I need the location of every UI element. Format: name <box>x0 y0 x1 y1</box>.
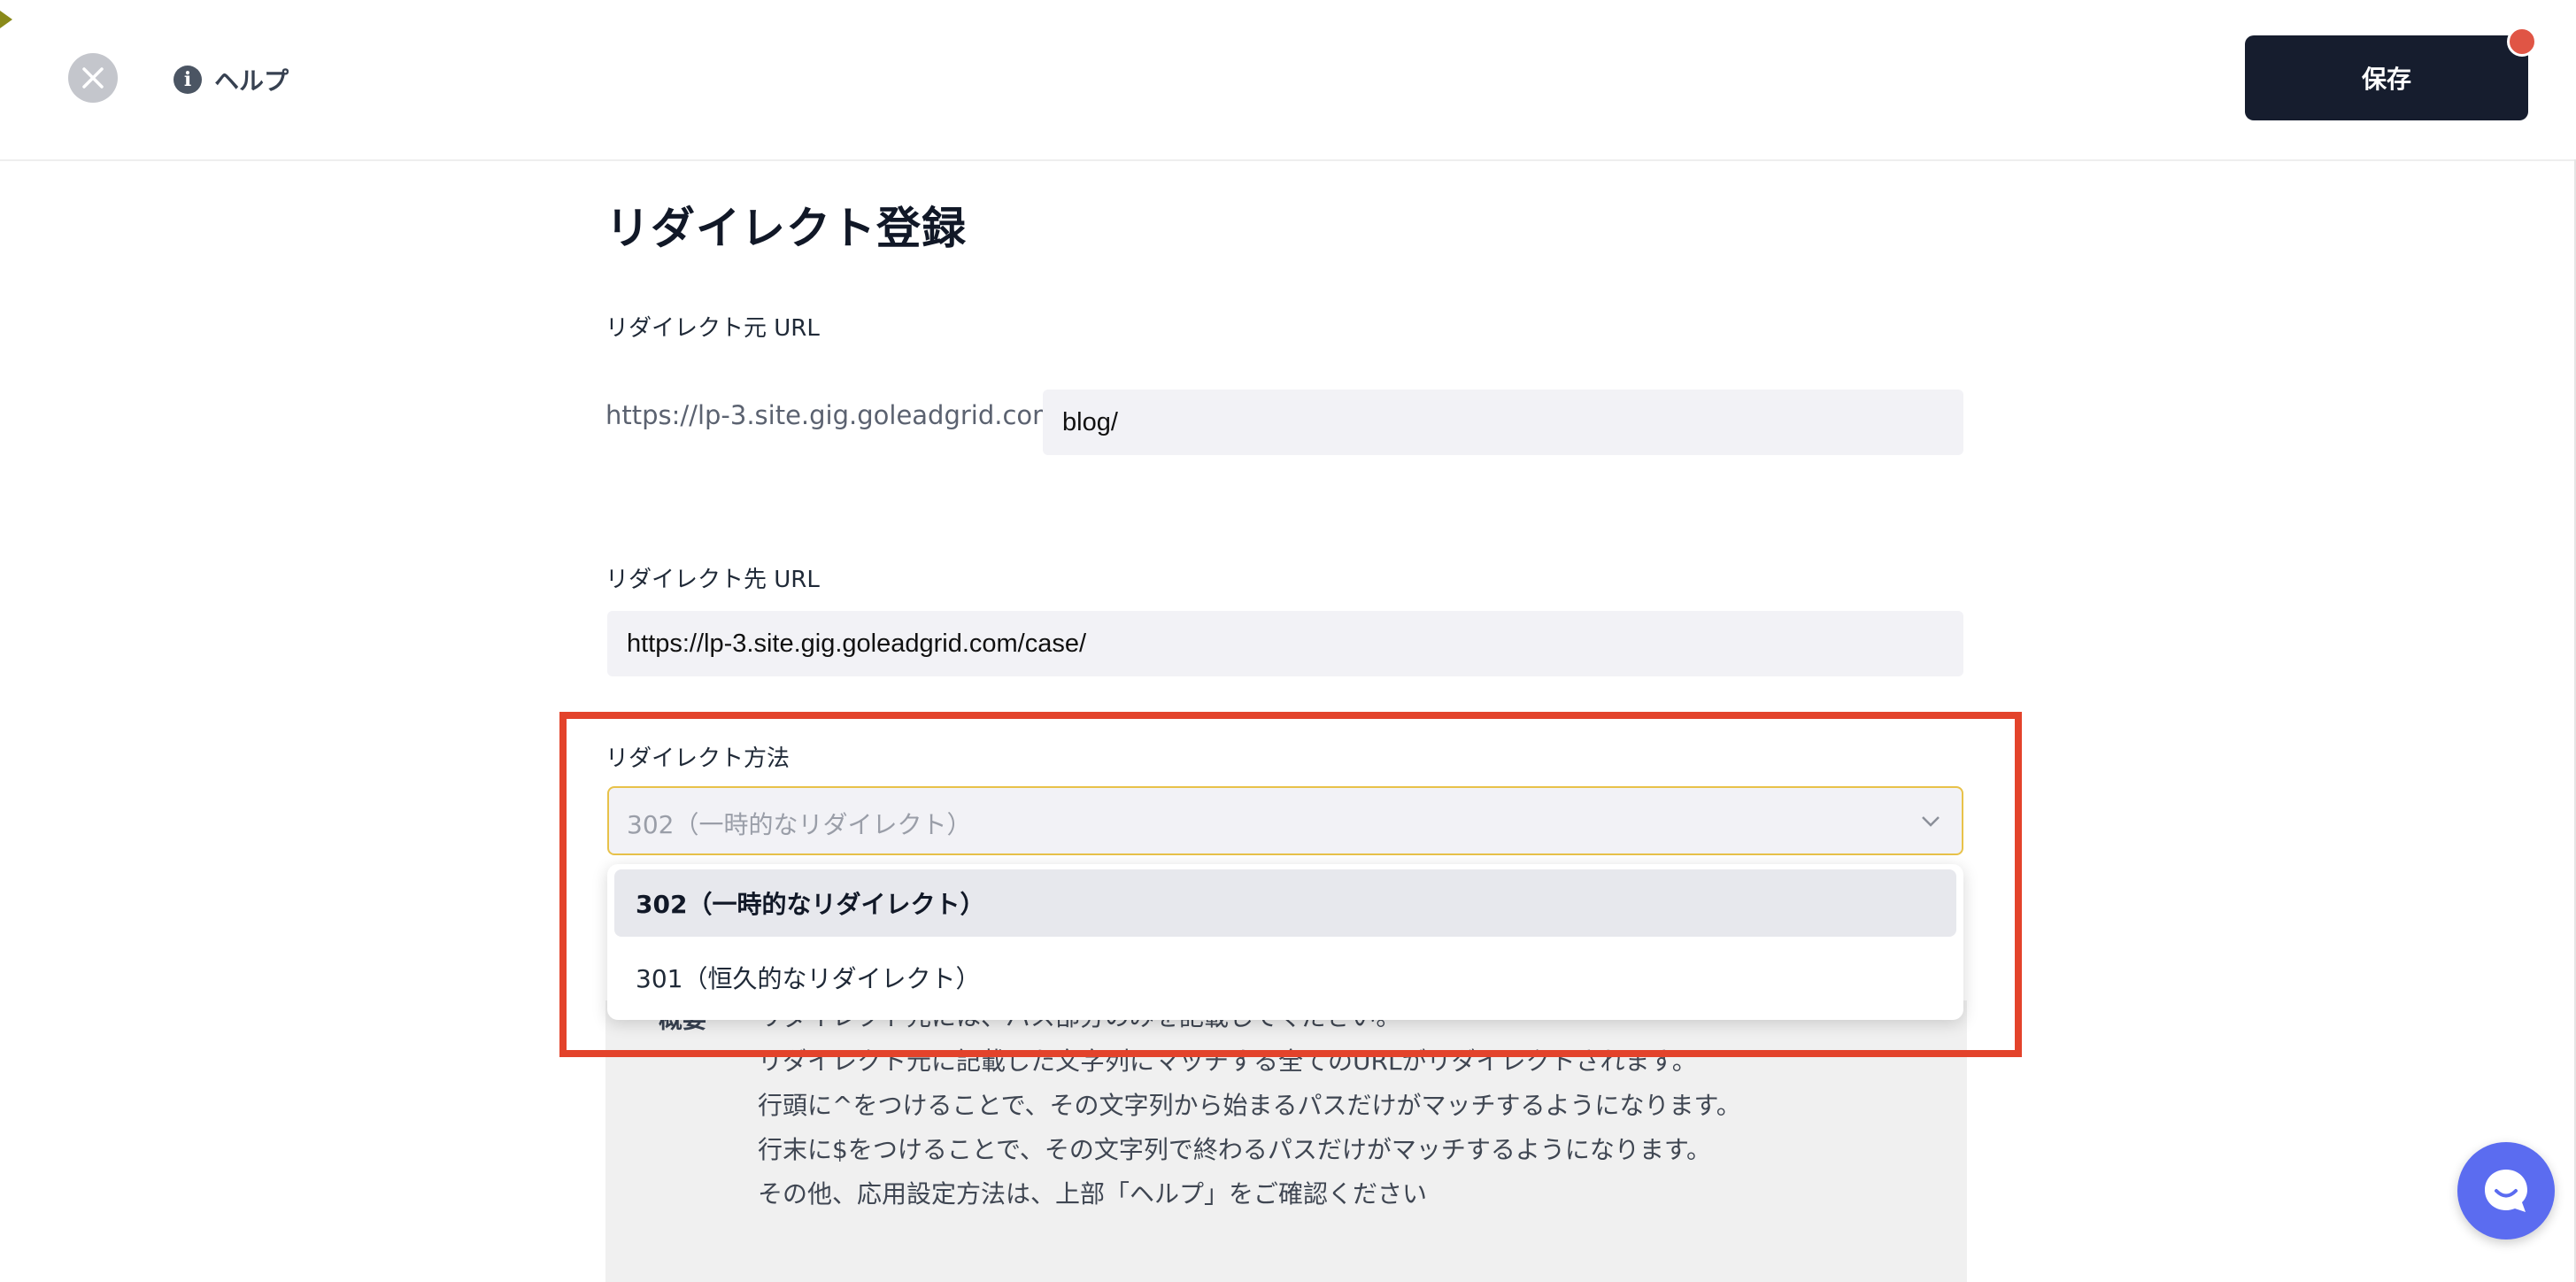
target-url-label: リダイレクト先 URL <box>605 567 820 593</box>
chevron-down-icon <box>1922 816 1940 827</box>
info-line: 行末に$をつけることで、その文字列で終わるパスだけがマッチするようになります。 <box>758 1135 1712 1164</box>
close-button[interactable] <box>68 53 118 103</box>
redirect-method-dropdown: 302（一時的なリダイレクト） 301（恒久的なリダイレクト） <box>607 864 1963 1020</box>
redirect-method-select[interactable]: 302（一時的なリダイレクト） <box>607 786 1963 855</box>
chat-icon <box>2485 1170 2527 1212</box>
close-icon <box>82 67 104 89</box>
source-url-label: リダイレクト元 URL <box>605 315 820 342</box>
info-line: その他、応用設定方法は、上部「ヘルプ」をご確認ください <box>758 1179 1428 1209</box>
info-icon: i <box>174 66 202 94</box>
info-box-lines: リダイレクト元には、パス部分のみを記載してください。 リダイレクト元に記載した文… <box>758 995 1741 1216</box>
redirect-method-label: リダイレクト方法 <box>605 745 791 772</box>
source-url-prefix: https://lp-3.site.gig.goleadgrid.com/ <box>605 400 1067 430</box>
page-title: リダイレクト登録 <box>605 203 967 254</box>
notification-dot <box>2507 27 2537 57</box>
option-302[interactable]: 302（一時的なリダイレクト） <box>614 869 1956 937</box>
select-current-value: 302（一時的なリダイレクト） <box>627 810 972 839</box>
source-path-input[interactable] <box>1043 390 1963 455</box>
target-url-input[interactable] <box>607 611 1963 676</box>
info-line: リダイレクト元に記載した文字列にマッチする全てのURLがリダイレクトされます。 <box>758 1046 1697 1076</box>
chat-button[interactable] <box>2457 1142 2555 1240</box>
save-button[interactable]: 保存 <box>2245 35 2528 120</box>
option-301[interactable]: 301（恒久的なリダイレクト） <box>614 944 1956 1011</box>
corner-marker <box>0 11 12 28</box>
help-link[interactable]: i ヘルプ <box>174 60 289 99</box>
help-label: ヘルプ <box>214 66 289 96</box>
info-box: 概要 リダイレクト元には、パス部分のみを記載してください。 リダイレクト元に記載… <box>605 1000 1967 1282</box>
top-bar: i ヘルプ 保存 <box>0 0 2576 161</box>
info-line: 行頭に^をつけることで、その文字列から始まるパスだけがマッチするようになります。 <box>758 1091 1741 1120</box>
